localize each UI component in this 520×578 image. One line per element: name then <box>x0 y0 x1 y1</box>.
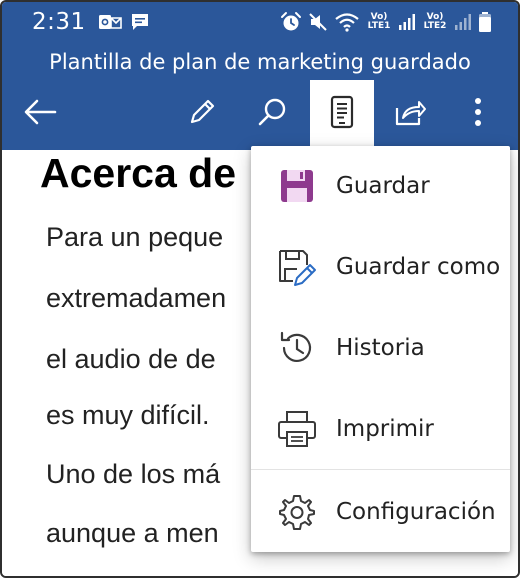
share-button[interactable] <box>378 80 442 148</box>
document-line: Para un peque <box>46 222 224 252</box>
menu-item-history[interactable]: Historia <box>251 308 510 388</box>
document-line: Uno de los má <box>46 459 221 489</box>
signal-icon <box>454 13 472 31</box>
lte1-label: Vo) LTE1 <box>367 12 391 31</box>
menu-item-print[interactable]: Imprimir <box>251 389 510 469</box>
menu-item-label: Guardar <box>336 173 430 199</box>
menu-item-save[interactable]: Guardar <box>251 146 510 226</box>
pencil-icon <box>186 96 218 133</box>
overflow-menu: Guardar Guardar como Historia Imprimir C… <box>251 146 510 552</box>
menu-item-label: Imprimir <box>336 416 434 442</box>
search-icon <box>256 96 288 133</box>
alarm-icon <box>280 11 302 33</box>
lte2-label: Vo) LTE2 <box>423 12 447 31</box>
document-line: extremadamen <box>46 283 227 313</box>
document-line: el audio de de <box>46 344 216 374</box>
more-vertical-icon <box>473 96 483 133</box>
document-line: es muy difícil. <box>46 400 210 430</box>
mobile-view-icon <box>329 95 355 134</box>
menu-item-label: Historia <box>336 335 425 361</box>
menu-item-label: Guardar como <box>336 254 501 280</box>
phone-screen: 2:31 Vo) LTE1 Vo) LTE2 Plantilla de plan… <box>0 0 520 578</box>
save-as-icon <box>276 246 318 288</box>
back-button[interactable] <box>8 80 72 148</box>
document-heading: Acerca de <box>40 150 237 196</box>
battery-icon <box>478 11 492 33</box>
history-icon <box>276 327 318 369</box>
wifi-icon <box>334 12 360 32</box>
edit-button[interactable] <box>170 80 234 148</box>
toolbar <box>2 80 518 150</box>
more-options-button[interactable] <box>446 80 510 148</box>
signal-icon <box>398 13 416 31</box>
save-icon <box>276 165 318 207</box>
share-icon <box>393 96 427 133</box>
print-icon <box>276 408 318 450</box>
search-button[interactable] <box>240 80 304 148</box>
status-bar: 2:31 Vo) LTE1 Vo) LTE2 <box>2 2 518 42</box>
message-icon <box>130 12 150 32</box>
status-time: 2:31 <box>32 9 86 35</box>
menu-item-settings[interactable]: Configuración <box>251 472 510 552</box>
menu-item-label: Configuración <box>336 499 496 525</box>
document-line: aunque a men <box>46 518 219 548</box>
back-arrow-icon <box>23 98 57 131</box>
settings-gear-icon <box>276 491 318 533</box>
menu-item-save-as[interactable]: Guardar como <box>251 227 510 307</box>
mute-icon <box>308 12 328 32</box>
menu-divider <box>251 469 510 470</box>
mobile-view-button[interactable] <box>310 80 374 148</box>
document-title: Plantilla de plan de marketing guardado <box>49 50 471 74</box>
app-bar: 2:31 Vo) LTE1 Vo) LTE2 Plantilla de plan… <box>2 2 518 150</box>
outlook-icon <box>98 12 122 32</box>
